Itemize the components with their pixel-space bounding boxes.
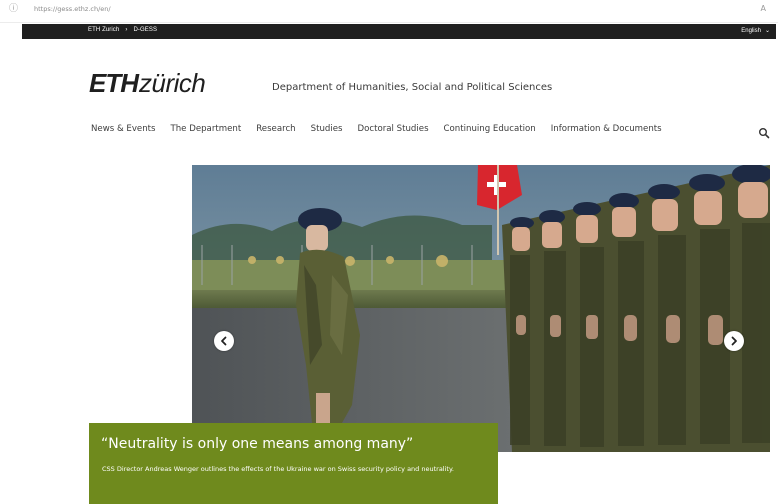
nav-research[interactable]: Research (256, 124, 295, 134)
logo-bold-text: ETH (89, 68, 139, 98)
chevron-right-icon (731, 336, 737, 346)
breadcrumb-dgess[interactable]: D-GESS (133, 27, 157, 33)
url-text[interactable]: https://gess.ethz.ch/en/ (34, 5, 111, 13)
hero-caption[interactable]: “Neutrality is only one means among many… (89, 423, 498, 504)
eth-zurich-logo[interactable]: ETHzürich (89, 66, 206, 100)
department-title: Department of Humanities, Social and Pol… (272, 82, 553, 93)
page-info-icon[interactable]: ⓘ (9, 4, 19, 14)
browser-url-bar[interactable]: ⓘ https://gess.ethz.ch/en/ A (0, 0, 778, 23)
breadcrumb-eth-zurich[interactable]: ETH Zurich (88, 27, 119, 33)
nav-doctoral-studies[interactable]: Doctoral Studies (358, 124, 429, 134)
nav-continuing-education[interactable]: Continuing Education (444, 124, 536, 134)
nav-studies[interactable]: Studies (311, 124, 343, 134)
language-selector[interactable]: English ⌄ (741, 27, 770, 34)
search-icon[interactable] (758, 124, 770, 139)
logo-light-text: zürich (139, 68, 206, 98)
top-bar: ETH Zurich › D-GESS English ⌄ (22, 24, 776, 39)
hero-caption-title[interactable]: “Neutrality is only one means among many… (101, 436, 413, 452)
nav-the-department[interactable]: The Department (170, 124, 241, 134)
hero-caption-text: CSS Director Andreas Wenger outlines the… (102, 465, 454, 473)
nav-information-documents[interactable]: Information & Documents (551, 124, 662, 134)
chevron-left-icon (221, 336, 227, 346)
breadcrumb-separator-icon: › (125, 27, 128, 33)
nav-news-events[interactable]: News & Events (91, 124, 155, 134)
breadcrumb: ETH Zurich › D-GESS (88, 27, 157, 33)
reader-mode-icon[interactable]: A (761, 4, 766, 13)
chevron-down-icon: ⌄ (764, 28, 770, 34)
carousel-prev-button[interactable] (214, 331, 234, 351)
hero-image (192, 165, 770, 452)
carousel-next-button[interactable] (724, 331, 744, 351)
main-navigation: News & Events The Department Research St… (91, 124, 677, 134)
language-label: English (741, 28, 761, 34)
